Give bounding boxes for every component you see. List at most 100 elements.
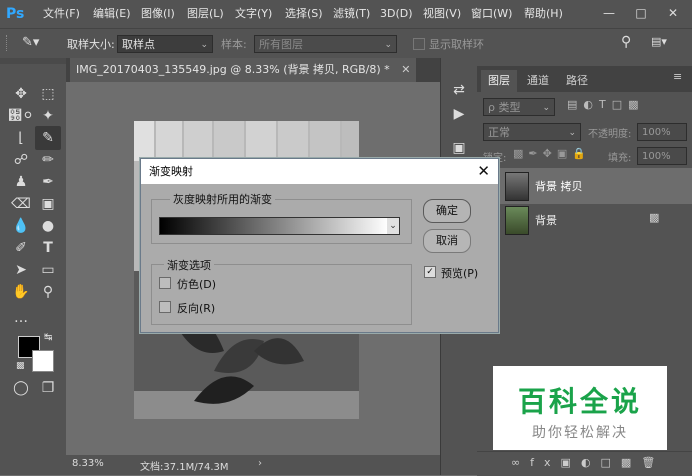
ok-button[interactable]: 确定 (423, 199, 471, 223)
layer-name[interactable]: 背景 (535, 212, 557, 228)
menu-bar: Ps 文件(F) 编辑(E) 图像(I) 图层(L) 文字(Y) 选择(S) 滤… (0, 0, 692, 28)
sample-value: 所有图层 (259, 38, 303, 51)
layer-row[interactable]: ◉ 背景 ▩ (477, 202, 692, 238)
grip-handle (6, 35, 15, 51)
history-panel-icon[interactable]: ⇄ (446, 78, 472, 102)
chevron-down-icon: ⌄ (384, 40, 392, 50)
layer-row[interactable]: ◉ 背景 拷贝 (477, 168, 692, 204)
close-tab-icon[interactable]: ✕ (401, 63, 410, 76)
eraser-tool-icon[interactable]: ⌫ (8, 192, 34, 216)
chevron-down-icon: ⌄ (568, 128, 576, 138)
dialog-titlebar[interactable]: 渐变映射 ✕ (141, 159, 498, 184)
blend-mode-select[interactable]: 正常 ⌄ (483, 123, 581, 141)
layer-actions-icons[interactable]: ∞fx▣◐□▩🗑 (511, 456, 665, 469)
preview-label[interactable]: 预览(P) (441, 265, 478, 281)
sample-size-label: 取样大小: (67, 38, 115, 51)
menu-image[interactable]: 图像(I) (141, 0, 175, 28)
eyedropper-tool-icon[interactable]: ✎ (35, 126, 61, 150)
magic-wand-icon[interactable]: ✦ (35, 104, 61, 128)
dither-label[interactable]: 仿色(D) (177, 276, 216, 292)
document-tab[interactable]: IMG_20170403_135549.jpg @ 8.33% (背景 拷贝, … (70, 58, 417, 82)
dither-checkbox[interactable] (159, 277, 171, 289)
tab-layers[interactable]: 图层 (481, 70, 517, 92)
status-bar: 8.33% 文档:37.1M/74.3M › (66, 455, 440, 475)
eyedropper-icon[interactable]: ✎▾ (22, 33, 50, 53)
menu-help[interactable]: 帮助(H) (524, 0, 563, 28)
blend-mode-value: 正常 (488, 126, 510, 139)
quick-mask-icon[interactable]: ◯ (8, 376, 34, 400)
healing-brush-icon[interactable]: ☍ (8, 148, 34, 172)
default-colors-icon[interactable]: ▩ (16, 361, 25, 371)
menu-edit[interactable]: 编辑(E) (93, 0, 131, 28)
maximize-icon[interactable]: □ (632, 4, 650, 22)
background-color-swatch[interactable] (32, 350, 54, 372)
close-icon[interactable]: ✕ (477, 159, 490, 184)
fill-input[interactable]: 100% (637, 147, 687, 165)
layer-filter-select[interactable]: ρ 类型 ⌄ (483, 98, 555, 116)
fill-label: 填充: (608, 153, 632, 164)
menu-file[interactable]: 文件(F) (43, 0, 80, 28)
zoom-level[interactable]: 8.33% (72, 458, 104, 469)
dodge-tool-icon[interactable]: ● (35, 214, 61, 238)
hand-tool-icon[interactable]: ✋ (8, 280, 34, 304)
layer-name[interactable]: 背景 拷贝 (535, 178, 583, 194)
move-tool-icon[interactable]: ✥ (8, 82, 34, 106)
close-icon[interactable]: ✕ (664, 4, 682, 22)
sample-select[interactable]: 所有图层 ⌄ (254, 35, 397, 53)
cancel-button[interactable]: 取消 (423, 229, 471, 253)
gradient-preview[interactable] (159, 217, 389, 235)
menu-type[interactable]: 文字(Y) (235, 0, 272, 28)
path-select-icon[interactable]: ➤ (8, 258, 34, 282)
blur-tool-icon[interactable]: 💧 (8, 214, 34, 238)
marquee-tool-icon[interactable]: ⬚ (35, 82, 61, 106)
3d-panel-icon[interactable]: ▣ (446, 136, 472, 160)
minimize-icon[interactable]: — (600, 4, 618, 22)
tab-channels[interactable]: 通道 (519, 70, 557, 92)
type-tool-icon[interactable]: T (35, 236, 61, 260)
brush-tool-icon[interactable]: ✏ (35, 148, 61, 172)
gradient-tool-icon[interactable]: ▣ (35, 192, 61, 216)
search-icon[interactable]: ⚲ (621, 34, 631, 50)
actions-play-icon[interactable]: ▶ (446, 102, 472, 126)
document-tab-title: IMG_20170403_135549.jpg @ 8.33% (背景 拷贝, … (76, 63, 390, 76)
reverse-label[interactable]: 反向(R) (177, 300, 215, 316)
chevron-right-icon[interactable]: › (258, 458, 262, 469)
zoom-tool-icon[interactable]: ⚲ (35, 280, 61, 304)
menu-3d[interactable]: 3D(D) (380, 0, 413, 28)
menu-window[interactable]: 窗口(W) (471, 0, 512, 28)
menu-filter[interactable]: 滤镜(T) (333, 0, 370, 28)
workspace-icon[interactable]: ▤▾ (651, 35, 677, 51)
app-logo: Ps (6, 6, 25, 22)
layer-filter-icons[interactable]: ▤◐T□▩ (567, 98, 645, 111)
sample-size-select[interactable]: 取样点 ⌄ (117, 35, 213, 53)
crop-tool-icon[interactable]: ⌊ (8, 126, 34, 150)
lock-icon: ▩ (649, 211, 660, 224)
swap-colors-icon[interactable]: ↹ (44, 332, 52, 343)
show-ring-checkbox[interactable] (413, 38, 425, 50)
watermark-title: 百科全说 (517, 385, 642, 418)
lasso-tool-icon[interactable]: ֐⚪ (8, 104, 34, 128)
history-brush-icon[interactable]: ✒ (35, 170, 61, 194)
preview-checkbox[interactable]: ✓ (424, 266, 436, 278)
menu-select[interactable]: 选择(S) (285, 0, 323, 28)
menu-view[interactable]: 视图(V) (423, 0, 461, 28)
lock-icons[interactable]: ▩✒✥▣🔒 (513, 147, 591, 160)
screen-mode-icon[interactable]: ❐ (35, 376, 61, 400)
fill-value: 100% (642, 151, 671, 162)
gradient-group-label: 灰度映射所用的渐变 (170, 191, 275, 207)
menu-layer[interactable]: 图层(L) (187, 0, 224, 28)
layer-filter-value: ρ 类型 (488, 101, 521, 114)
rectangle-tool-icon[interactable]: ▭ (35, 258, 61, 282)
reverse-checkbox[interactable] (159, 301, 171, 313)
pen-tool-icon[interactable]: ✐ (8, 236, 34, 260)
panel-menu-icon[interactable]: ≡ (673, 70, 682, 83)
gradient-map-dialog: 渐变映射 ✕ 灰度映射所用的渐变 ⌄ 渐变选项 仿色(D) 反向(R) 确定 取… (140, 158, 499, 333)
chevron-down-icon[interactable]: ⌄ (387, 217, 400, 235)
watermark: 百科全说 助你轻松解决 (493, 366, 667, 450)
tab-paths[interactable]: 路径 (559, 70, 595, 92)
opacity-value: 100% (642, 127, 671, 138)
more-tools-icon[interactable]: … (8, 306, 34, 330)
stamp-tool-icon[interactable]: ♟ (8, 170, 34, 194)
layer-thumbnail (505, 172, 529, 201)
opacity-input[interactable]: 100% (637, 123, 687, 141)
